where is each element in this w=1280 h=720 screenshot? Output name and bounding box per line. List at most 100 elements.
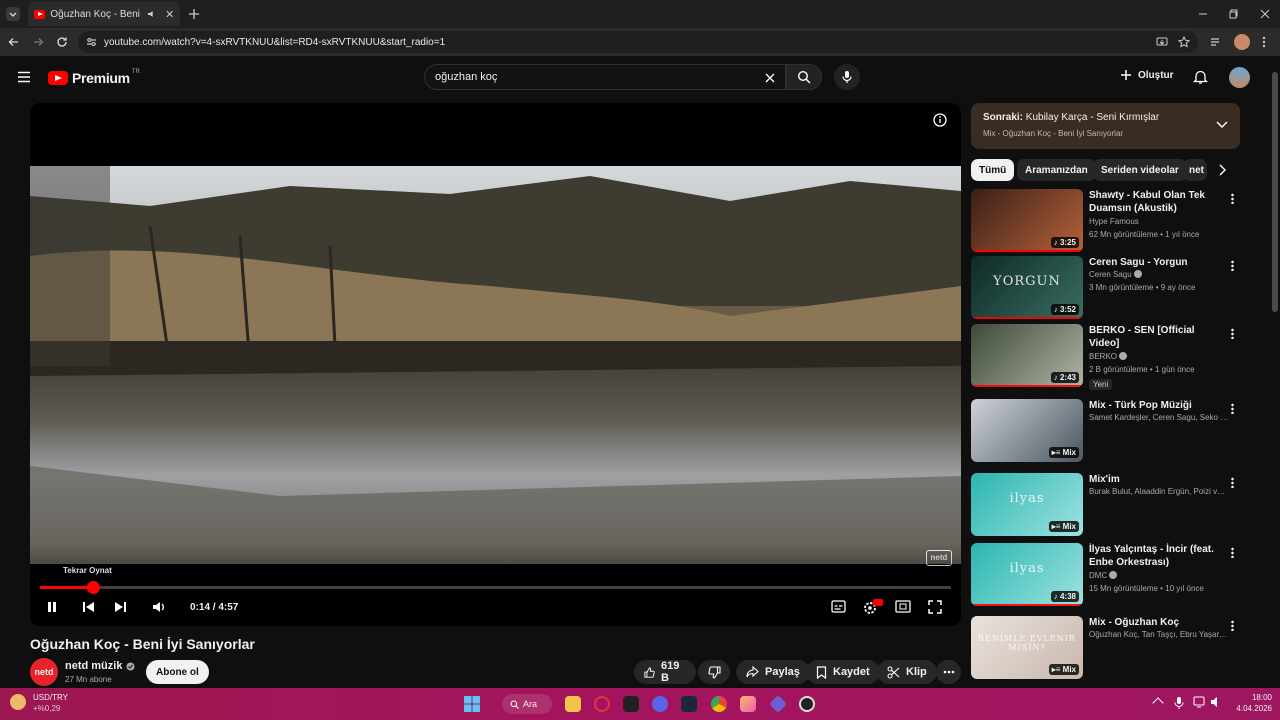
up-next-panel[interactable]: Sonraki: Kubilay Karça - Seni Kırmışlar … (971, 103, 1240, 149)
chevron-right-icon[interactable] (1218, 164, 1226, 176)
account-avatar[interactable] (1229, 67, 1250, 88)
clip-button[interactable]: Klip (877, 660, 937, 684)
settings-gear-icon[interactable] (863, 599, 883, 615)
more-options-icon[interactable] (1231, 193, 1234, 204)
recommendation-title[interactable]: Mix - Oğuzhan Koç (1089, 616, 1225, 629)
more-options-icon[interactable] (1231, 403, 1234, 414)
subscribe-button[interactable]: Abone ol (146, 660, 209, 684)
chip-more[interactable]: net (1183, 159, 1207, 181)
miniplayer-icon[interactable] (895, 600, 911, 613)
ticker-name[interactable]: USD/TRY (33, 693, 68, 702)
tray-chevron-icon[interactable] (1152, 697, 1164, 709)
bookmark-star-icon[interactable] (1178, 36, 1190, 48)
progress-scrubber[interactable] (86, 581, 100, 594)
video-thumbnail[interactable]: ilyas ♪ 4:38 (971, 543, 1083, 606)
save-button[interactable]: Kaydet (806, 660, 880, 684)
more-options-icon[interactable] (1231, 477, 1234, 488)
recommendation-card[interactable]: ilyas ♪ 4:38 İlyas Yalçıntaş - İncir (feat… (971, 543, 1241, 607)
clock-date[interactable]: 4.04.2026 (1222, 704, 1272, 713)
recommendation-channel[interactable]: BERKO (1089, 352, 1117, 361)
video-thumbnail[interactable]: YORGUN ♪ 3:52 (971, 256, 1083, 319)
tray-network-icon[interactable] (1193, 696, 1205, 708)
info-icon[interactable] (933, 113, 947, 127)
recommendation-title[interactable]: BERKO - SEN [Official Video] (1089, 324, 1225, 350)
video-thumbnail[interactable]: BENİMLE EVLENİR MİSİN? ▸≡ Mix (971, 616, 1083, 679)
tray-volume-icon[interactable] (1210, 696, 1222, 708)
recommendation-card[interactable]: ▸≡ Mix Mix - Türk Pop Müziği Samet Kardeşl… (971, 399, 1241, 463)
volume-icon[interactable] (152, 600, 166, 614)
forward-icon[interactable] (32, 36, 44, 48)
more-options-icon[interactable] (1231, 260, 1234, 271)
speaker-icon[interactable] (147, 9, 156, 19)
opera-icon[interactable] (594, 696, 610, 712)
more-actions-button[interactable] (936, 660, 961, 684)
install-app-icon[interactable] (1156, 36, 1168, 48)
recommendation-card[interactable]: ♪ 2:43 BERKO - SEN [Official Video] BERKO … (971, 324, 1241, 390)
discord-icon[interactable] (652, 696, 668, 712)
pause-icon[interactable] (46, 601, 58, 613)
youtube-premium-logo[interactable]: Premium TR (48, 69, 140, 86)
recommendation-title[interactable]: İlyas Yalçıntaş - İncir (feat. Enbe Orke… (1089, 543, 1225, 569)
more-options-icon[interactable] (1231, 547, 1234, 558)
search-button[interactable] (786, 64, 822, 90)
chip-from-search[interactable]: Aramanızdan (1017, 159, 1096, 181)
recommendation-title[interactable]: Mix - Türk Pop Müziği (1089, 399, 1225, 412)
recommendation-channel[interactable]: DMC (1089, 571, 1107, 580)
progress-bar[interactable] (40, 581, 951, 594)
search-input[interactable]: oğuzhan koç (424, 64, 786, 90)
recommendation-channel[interactable]: Burak Bulut, Alaaddin Ergün, Poizi ve da… (1089, 487, 1229, 496)
more-options-icon[interactable] (1231, 328, 1234, 339)
subtitles-icon[interactable] (831, 600, 846, 613)
video-player[interactable]: netd Tekrar Oynat 0:14 / 4:57 (30, 103, 961, 626)
voice-search-button[interactable] (834, 64, 860, 90)
recommendation-title[interactable]: Mix'im (1089, 473, 1225, 486)
video-thumbnail[interactable]: ▸≡ Mix (971, 399, 1083, 462)
recommendation-card[interactable]: YORGUN ♪ 3:52 Ceren Sagu - Yorgun Ceren Sag… (971, 256, 1241, 320)
expand-chevron-icon[interactable] (1216, 121, 1228, 129)
video-thumbnail[interactable]: ♪ 3:25 (971, 189, 1083, 252)
photos-icon[interactable] (740, 696, 756, 712)
windows-start-icon[interactable] (464, 696, 480, 712)
browser-tab-active[interactable]: Oğuzhan Koç - Beni İyi Sanıyorlar (28, 2, 180, 26)
recommendation-channel[interactable]: Oğuzhan Koç, Tan Taşçı, Ebru Yaşar ve d.… (1089, 630, 1229, 639)
tray-mic-icon[interactable] (1174, 696, 1184, 710)
recommendation-title[interactable]: Ceren Sagu - Yorgun (1089, 256, 1225, 269)
video-thumbnail[interactable]: ilyas ▸≡ Mix (971, 473, 1083, 536)
clear-search-icon[interactable] (765, 73, 775, 83)
chip-all[interactable]: Tümü (971, 159, 1015, 181)
minimize-icon[interactable] (1198, 9, 1208, 19)
new-tab-icon[interactable] (188, 8, 200, 20)
back-icon[interactable] (8, 36, 20, 48)
next-icon[interactable] (114, 601, 127, 613)
channel-name-row[interactable]: netd müzik (65, 660, 135, 672)
chrome-icon[interactable] (711, 696, 727, 712)
browser-menu-icon[interactable] (1262, 36, 1266, 48)
chip-series[interactable]: Seriden videolar (1093, 159, 1187, 181)
dislike-button[interactable] (698, 660, 730, 684)
restore-icon[interactable] (1229, 9, 1239, 19)
close-tab-icon[interactable] (165, 9, 174, 19)
site-info-icon[interactable] (86, 37, 97, 47)
fullscreen-icon[interactable] (928, 600, 942, 614)
weather-widget-icon[interactable] (10, 694, 26, 710)
steam-icon[interactable] (681, 696, 697, 712)
file-explorer-icon[interactable] (565, 696, 581, 712)
profile-avatar[interactable] (1234, 34, 1250, 50)
notifications-bell-icon[interactable] (1193, 69, 1208, 85)
taskbar-search[interactable]: Ara (502, 694, 552, 714)
previous-icon[interactable] (82, 601, 95, 613)
recommendation-title[interactable]: Shawty - Kabul Olan Tek Duamsın (Akustik… (1089, 189, 1225, 215)
recommendation-card[interactable]: ♪ 3:25 Shawty - Kabul Olan Tek Duamsın (A… (971, 189, 1241, 253)
close-window-icon[interactable] (1260, 9, 1270, 19)
recommendation-card[interactable]: BENİMLE EVLENİR MİSİN? ▸≡ Mix Mix - Oğuzha… (971, 616, 1241, 680)
share-button[interactable]: Paylaş (736, 660, 810, 684)
media-controls-icon[interactable] (1210, 36, 1222, 48)
create-button[interactable]: Oluştur (1120, 69, 1174, 81)
recommendation-channel[interactable]: Hype Famous (1089, 217, 1139, 226)
channel-avatar[interactable]: netd (30, 658, 58, 686)
page-scrollbar[interactable] (1272, 72, 1278, 312)
tab-list-button[interactable] (6, 7, 20, 21)
hamburger-menu-icon[interactable] (17, 71, 31, 83)
address-bar[interactable]: youtube.com/watch?v=4-sxRVTKNUU&list=RD4… (78, 31, 1198, 53)
obs-icon[interactable] (799, 696, 815, 712)
